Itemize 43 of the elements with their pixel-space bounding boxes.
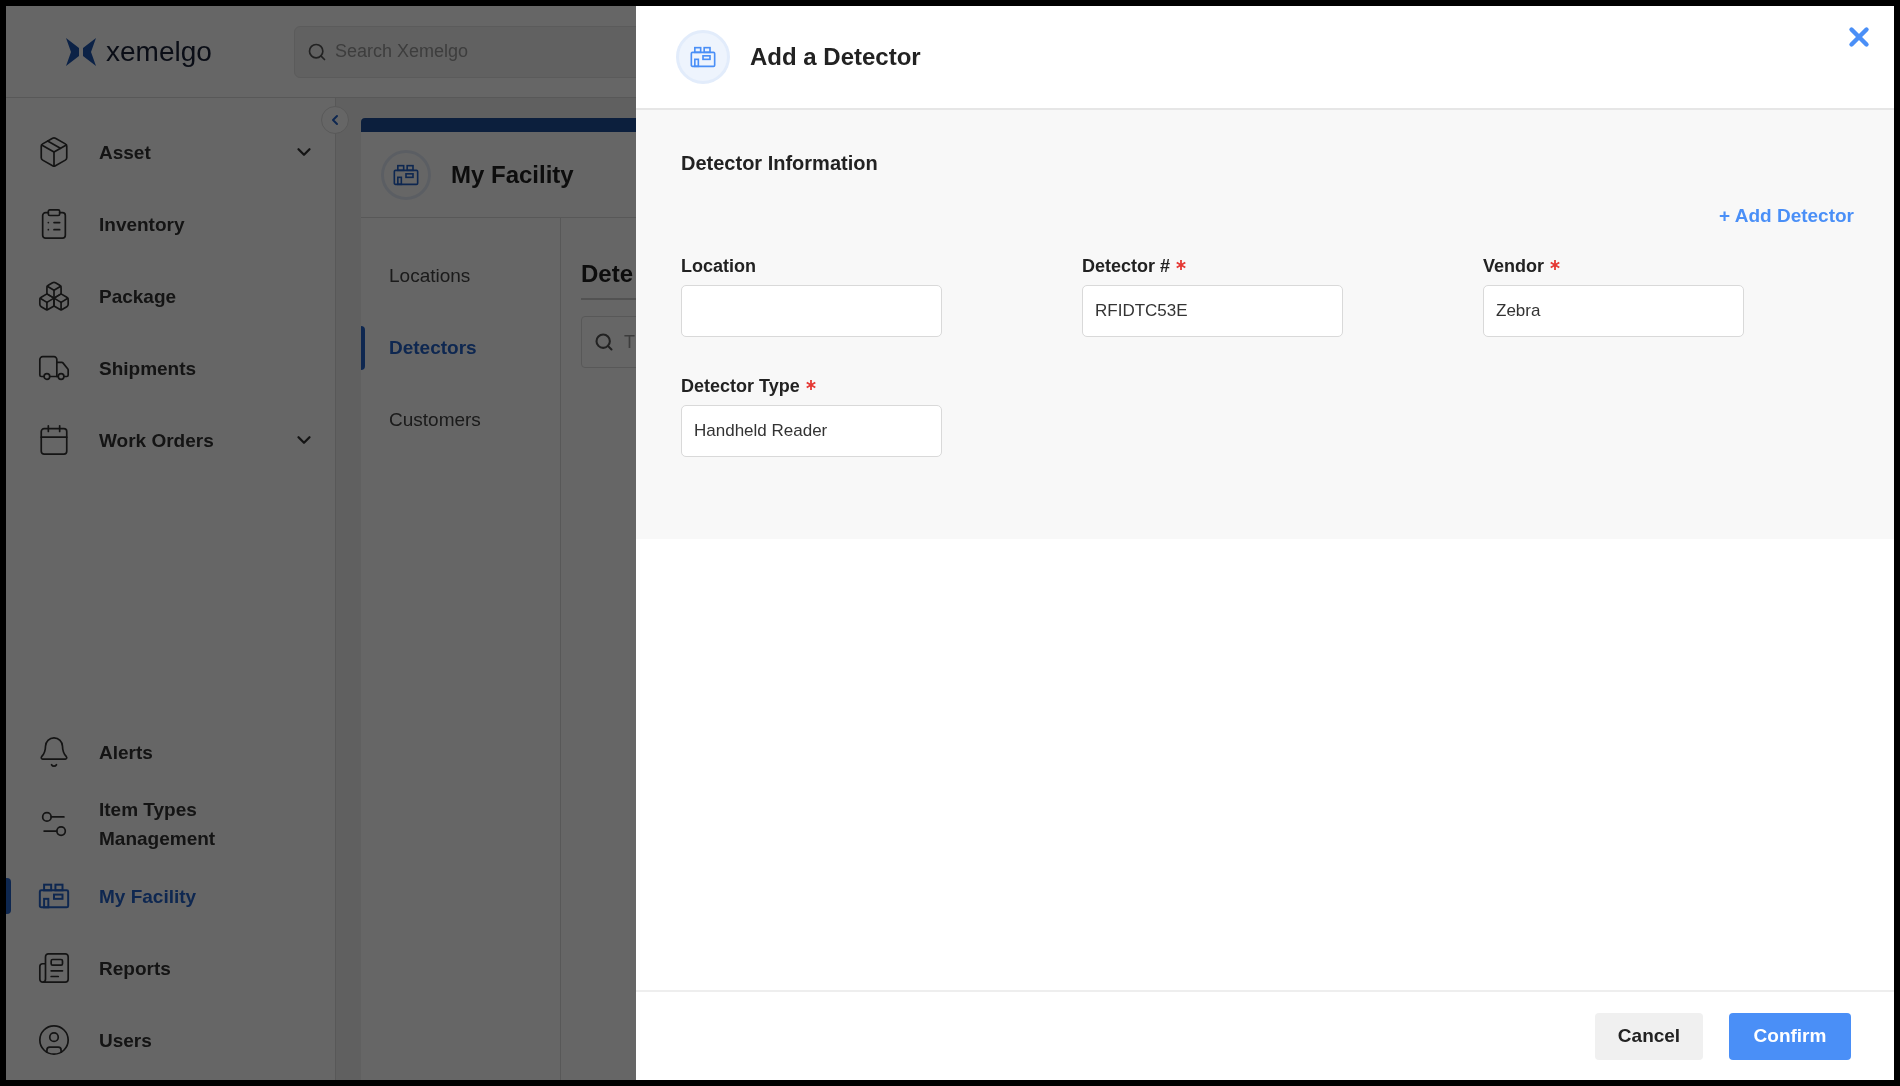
add-detector-link[interactable]: + Add Detector xyxy=(1719,202,1854,231)
field-label: Vendor xyxy=(1483,255,1544,278)
nav-item[interactable]: Asset xyxy=(99,137,259,167)
bell-icon xyxy=(37,735,71,769)
nav-item[interactable]: Shipments xyxy=(99,353,259,383)
report-icon xyxy=(37,951,71,985)
nav-item[interactable]: Inventory xyxy=(99,209,259,239)
required-icon xyxy=(1550,259,1560,270)
facility-icon xyxy=(392,162,420,187)
tab[interactable]: Locations xyxy=(389,261,471,291)
nav-item[interactable]: Alerts xyxy=(99,737,259,767)
cancel-button[interactable]: Cancel xyxy=(1595,1012,1703,1060)
boxes-icon xyxy=(37,279,71,313)
nav-item[interactable]: Users xyxy=(99,1025,259,1055)
box-icon xyxy=(37,135,71,169)
nav-item[interactable]: My Facility xyxy=(99,881,259,911)
input-field[interactable]: Handheld Reader xyxy=(681,404,942,457)
field-label: Detector Type xyxy=(681,375,800,398)
field-label: Location xyxy=(681,255,756,278)
user-icon xyxy=(37,1023,71,1057)
logo-text: xemelgo xyxy=(106,37,212,66)
page-title: My Facility xyxy=(451,159,574,190)
input-field[interactable]: RFIDTC53E xyxy=(1082,284,1343,337)
tab[interactable]: Customers xyxy=(389,405,481,435)
search-icon xyxy=(307,41,327,62)
nav-item[interactable]: Item Types Management xyxy=(99,795,259,853)
nav-item[interactable]: Package xyxy=(99,281,259,311)
nav-item[interactable]: Reports xyxy=(99,953,259,983)
facility-icon xyxy=(689,45,717,69)
field-label: Detector # xyxy=(1082,255,1171,278)
input-field[interactable] xyxy=(681,284,942,337)
input-field[interactable]: Zebra xyxy=(1483,284,1744,337)
tab[interactable]: Detectors xyxy=(389,333,477,363)
collapse-button[interactable] xyxy=(321,106,349,134)
nav-item[interactable]: Work Orders xyxy=(99,425,259,455)
logo-icon xyxy=(66,37,96,66)
calendar-icon xyxy=(37,423,71,457)
search-icon xyxy=(594,332,614,352)
facility-icon xyxy=(37,881,71,911)
section-title: Detector Information xyxy=(681,151,879,176)
required-icon xyxy=(1176,259,1187,270)
required-icon xyxy=(805,379,816,390)
confirm-button[interactable]: Confirm xyxy=(1729,1012,1851,1060)
